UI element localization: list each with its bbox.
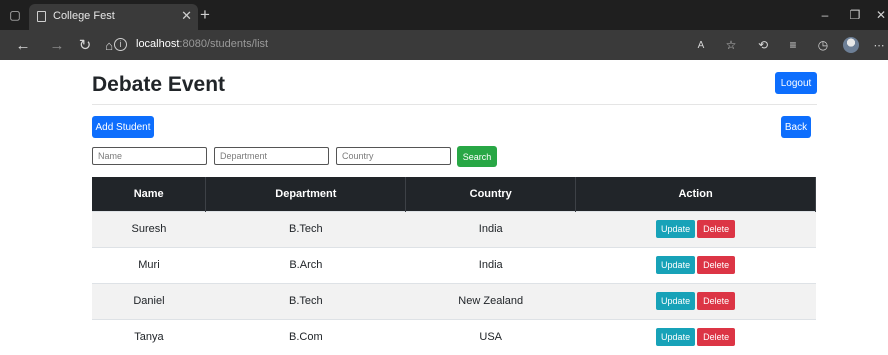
favorites-icon[interactable]: ≡ [782,30,804,60]
cell-name: Muri [92,246,206,283]
address-bar[interactable]: localhost:8080/students/list [136,38,268,50]
browser-tabbar: ▢ College Fest ✕ + – ❐ ✕ [0,0,888,30]
header-name: Name [92,177,207,211]
history-icon[interactable]: ◷ [812,30,834,60]
country-search-input[interactable]: Country [336,147,451,165]
back-button[interactable]: Back [781,116,811,138]
update-button[interactable]: Update [656,328,696,347]
extensions-icon[interactable]: ⟲ [752,30,774,60]
cell-department: B.Tech [205,282,406,319]
table-row: Muri B.Arch India Update Delete [92,246,816,283]
name-search-input[interactable]: Name [92,147,207,165]
cell-name: Tanya [92,318,206,355]
cell-department: B.Arch [205,246,406,283]
cell-country: USA [405,318,576,355]
cell-action: Update Delete [575,282,816,319]
tab-actions-icon[interactable]: ▢ [0,0,30,30]
more-icon[interactable]: ⋯ [868,30,888,60]
divider [92,104,817,105]
cell-department: B.Tech [205,210,406,247]
students-table: Name Department Country Action Suresh B.… [92,177,816,355]
read-aloud-icon[interactable]: A [690,30,712,60]
browser-navbar: ← → ↻ ⌂ i localhost:8080/students/list A… [0,30,888,60]
table-row: Daniel B.Tech New Zealand Update Delete [92,282,816,319]
back-arrow-icon[interactable]: ← [12,30,34,60]
cell-country: India [405,210,576,247]
close-tab-icon[interactable]: ✕ [181,8,192,24]
table-header-row: Name Department Country Action [92,177,816,211]
header-country: Country [405,177,577,211]
department-search-input[interactable]: Department [214,147,329,165]
delete-button[interactable]: Delete [697,328,736,347]
page-icon [37,11,46,22]
browser-tab[interactable]: College Fest ✕ [29,4,198,30]
delete-button[interactable]: Delete [697,220,736,238]
page-title: Debate Event [92,73,226,96]
cell-country: New Zealand [405,282,576,319]
refresh-icon[interactable]: ↻ [74,30,96,60]
cell-action: Update Delete [575,246,816,283]
update-button[interactable]: Update [656,292,696,310]
search-button[interactable]: Search [457,146,497,167]
cell-action: Update Delete [575,210,816,247]
tab-title: College Fest [53,10,115,22]
header-action: Action [575,177,816,211]
delete-button[interactable]: Delete [697,292,736,310]
update-button[interactable]: Update [656,256,696,274]
update-button[interactable]: Update [656,220,696,238]
delete-button[interactable]: Delete [697,256,736,274]
cell-action: Update Delete [575,318,816,355]
cell-department: B.Com [205,318,406,355]
logout-button[interactable]: Logout [775,72,817,94]
minimize-icon[interactable]: – [810,0,840,30]
new-tab-icon[interactable]: + [200,5,210,25]
forward-arrow-icon[interactable]: → [46,30,68,60]
header-department: Department [205,177,407,211]
cell-country: India [405,246,576,283]
close-window-icon[interactable]: ✕ [866,0,888,30]
favorite-icon[interactable]: ☆ [720,30,742,60]
cell-name: Suresh [92,210,206,247]
table-row: Tanya B.Com USA Update Delete [92,318,816,355]
profile-avatar[interactable] [843,37,859,53]
cell-name: Daniel [92,282,206,319]
add-student-button[interactable]: Add Student [92,116,154,138]
table-row: Suresh B.Tech India Update Delete [92,210,816,247]
site-info-icon[interactable]: i [114,38,127,51]
